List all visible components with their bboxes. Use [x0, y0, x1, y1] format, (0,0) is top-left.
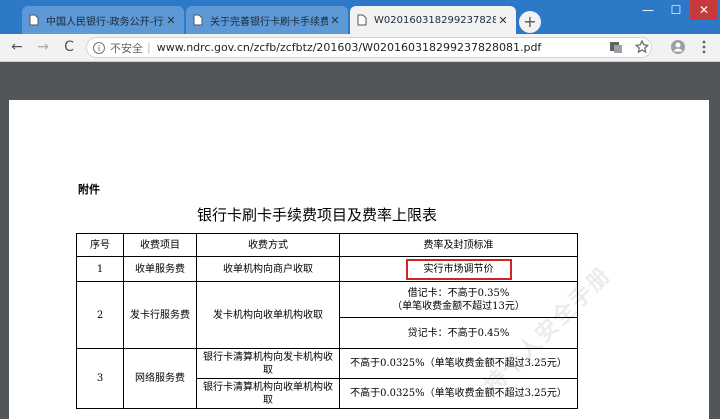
close-tab-icon[interactable]: ✕ — [496, 14, 510, 27]
row-no: 2 — [76, 281, 124, 349]
table-header-row: 序号 收费项目 收费方式 费率及封顶标准 — [76, 233, 578, 257]
row-method: 银行卡清算机构向发卡机构收取 — [196, 348, 340, 379]
debit-rate: 借记卡：不高于0.35% — [407, 287, 510, 299]
row-item: 发卡行服务费 — [123, 281, 197, 349]
maximize-button[interactable]: ☐ — [662, 0, 690, 20]
star-icon[interactable] — [634, 39, 650, 55]
avatar-icon[interactable] — [670, 39, 686, 55]
minimize-button[interactable]: — — [634, 0, 662, 20]
header-method: 收费方式 — [196, 233, 340, 257]
attachment-label: 附件 — [78, 183, 100, 196]
header-item: 收费项目 — [123, 233, 197, 257]
table-row: 2 发卡行服务费 发卡机构向收单机构收取 借记卡：不高于0.35% （单笔收费金… — [76, 281, 578, 349]
tab-title: 关于完善银行卡刷卡手续费定价机制 — [210, 16, 328, 28]
highlight-box: 实行市场调节价 — [405, 258, 512, 280]
row-no: 3 — [76, 348, 124, 409]
fee-table: 序号 收费项目 收费方式 费率及封顶标准 1 收单服务费 收单机构向商户收取 实… — [76, 233, 578, 409]
row-rate: 实行市场调节价 — [339, 256, 578, 282]
tab-notice[interactable]: 关于完善银行卡刷卡手续费定价机制 ✕ — [186, 6, 348, 34]
info-icon[interactable]: i — [93, 41, 105, 54]
tab-pbc[interactable]: 中国人民银行-政务公开-行政执法 ✕ — [22, 6, 184, 34]
tab-pdf[interactable]: W020160318299237828081.pdf ✕ — [350, 6, 516, 34]
header-rate: 费率及封顶标准 — [339, 233, 578, 257]
header-no: 序号 — [76, 233, 124, 257]
forward-button[interactable]: → — [34, 38, 52, 56]
close-tab-icon[interactable]: ✕ — [164, 14, 178, 27]
table-row: 1 收单服务费 收单机构向商户收取 实行市场调节价 — [76, 256, 578, 282]
row-rate: 不高于0.0325%（单笔收费金额不超过3.25元） — [339, 378, 578, 409]
page-icon — [357, 14, 367, 26]
row-method: 收单机构向商户收取 — [196, 256, 340, 282]
row-no: 1 — [76, 256, 124, 282]
document-title: 银行卡刷卡手续费项目及费率上限表 — [197, 206, 438, 224]
page-icon — [29, 14, 39, 26]
separator: | — [147, 41, 151, 54]
menu-icon[interactable] — [696, 39, 712, 55]
row-rate-debit: 借记卡：不高于0.35% （单笔收费金额不超过13元） — [339, 281, 578, 318]
page-icon — [193, 14, 203, 26]
row-rate: 不高于0.0325%（单笔收费金额不超过3.25元） — [339, 348, 578, 379]
close-window-button[interactable]: ✕ — [690, 0, 718, 20]
table-row: 3 网络服务费 银行卡清算机构向发卡机构收取 不高于0.0325%（单笔收费金额… — [76, 348, 578, 409]
row-item: 网络服务费 — [123, 348, 197, 409]
debit-cap: （单笔收费金额不超过13元） — [392, 300, 525, 312]
new-tab-button[interactable]: + — [519, 11, 541, 33]
tab-title: 中国人民银行-政务公开-行政执法 — [46, 16, 164, 28]
reload-button[interactable]: C — [60, 38, 78, 56]
tab-title: W020160318299237828081.pdf — [374, 14, 496, 26]
pdf-page: 持卡人安全手册 附件 银行卡刷卡手续费项目及费率上限表 序号 收费项目 收费方式… — [9, 100, 709, 419]
row-method: 银行卡清算机构向收单机构收取 — [196, 378, 340, 409]
row-item: 收单服务费 — [123, 256, 197, 282]
back-button[interactable]: ← — [8, 38, 26, 56]
row-method: 发卡机构向收单机构收取 — [196, 281, 340, 349]
translate-icon[interactable] — [608, 39, 624, 55]
address-bar[interactable]: i 不安全 | www.ndrc.gov.cn/zcfb/zcfbtz/2016… — [86, 37, 652, 58]
browser-toolbar: ← → C i 不安全 | www.ndrc.gov.cn/zcfb/zcfbt… — [0, 34, 720, 62]
row-rate-credit: 贷记卡：不高于0.45% — [339, 317, 578, 349]
url-text[interactable]: www.ndrc.gov.cn/zcfb/zcfbtz/201603/W0201… — [157, 41, 542, 54]
tab-bar: 中国人民银行-政务公开-行政执法 ✕ 关于完善银行卡刷卡手续费定价机制 ✕ W0… — [0, 0, 720, 34]
close-tab-icon[interactable]: ✕ — [328, 14, 342, 27]
security-label: 不安全 — [110, 41, 143, 55]
